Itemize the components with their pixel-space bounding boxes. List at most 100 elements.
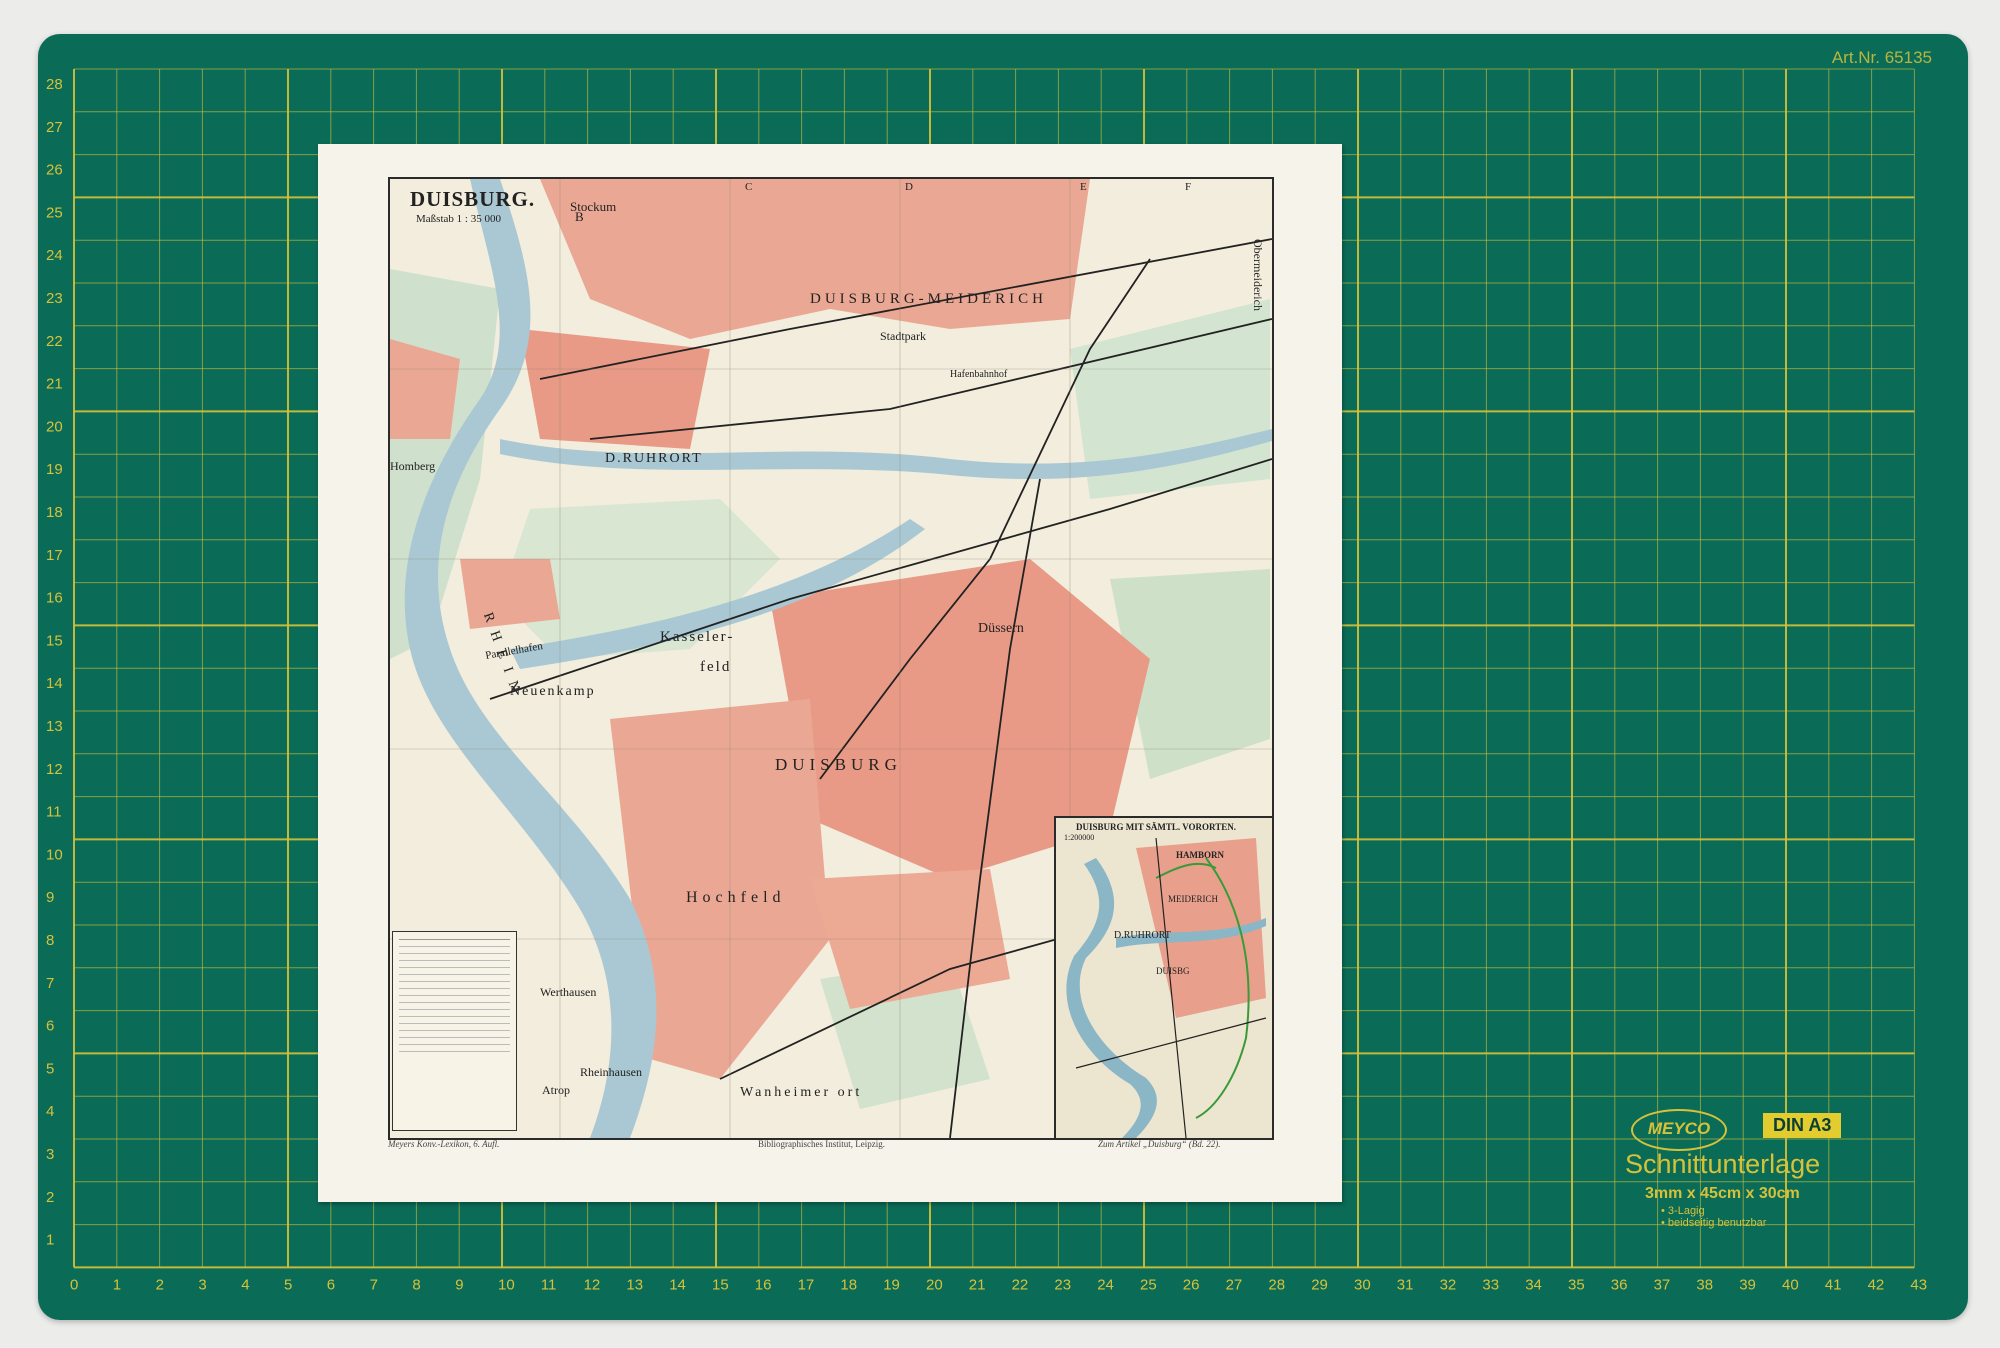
label-stadtpark: Stadtpark xyxy=(880,329,926,343)
ruler-bottom-number: 34 xyxy=(1525,1276,1542,1293)
label-feld: feld xyxy=(700,659,732,675)
ruler-bottom-number: 28 xyxy=(1268,1276,1285,1293)
ruler-bottom-number: 35 xyxy=(1568,1276,1585,1293)
footer-institute: Bibliographisches Institut, Leipzig. xyxy=(758,1139,885,1149)
ruler-left-number: 24 xyxy=(46,247,63,264)
ruler-left-number: 23 xyxy=(46,290,63,307)
label-col-d: D xyxy=(905,181,913,193)
feature-item: • beidseitig benutzbar xyxy=(1661,1217,1767,1229)
ruler-left-number: 6 xyxy=(46,1018,54,1035)
ruler-left-number: 25 xyxy=(46,204,63,221)
product-dimensions: 3mm x 45cm x 30cm xyxy=(1645,1185,1800,1202)
label-meiderich: DUISBURG-MEIDERICH xyxy=(810,291,1047,307)
ruler-bottom-number: 39 xyxy=(1739,1276,1756,1293)
inset-scale: 1:200000 xyxy=(1064,833,1095,842)
inset-label-meiderich: MEIDERICH xyxy=(1168,894,1218,904)
label-homberg: Homberg xyxy=(390,459,436,473)
ruler-bottom-number: 9 xyxy=(455,1276,463,1293)
ruler-bottom-number: 31 xyxy=(1397,1276,1414,1293)
ruler-left-number: 26 xyxy=(46,162,63,179)
meyco-logo: MEYCO xyxy=(1631,1109,1727,1151)
ruler-bottom-number: 0 xyxy=(70,1276,78,1293)
town-ruhrort xyxy=(520,329,710,449)
ruler-left-number: 19 xyxy=(46,461,63,478)
ruler-bottom-number: 20 xyxy=(926,1276,943,1293)
ruler-bottom-number: 38 xyxy=(1696,1276,1713,1293)
map-scale: Maßstab 1 : 35 000 xyxy=(416,213,501,225)
ruler-bottom-number: 15 xyxy=(712,1276,729,1293)
map-frame: DUISBURG. Maßstab 1 : 35 000 B C D E F S… xyxy=(388,177,1274,1140)
label-col-f: F xyxy=(1185,181,1192,193)
ruler-left-number: 21 xyxy=(46,376,63,393)
inset-drawing xyxy=(1056,818,1272,1138)
label-werthausen: Werthausen xyxy=(540,985,597,999)
ruler-bottom-number: 43 xyxy=(1910,1276,1927,1293)
ruler-bottom-number: 25 xyxy=(1140,1276,1157,1293)
ruler-bottom-number: 23 xyxy=(1054,1276,1071,1293)
ruler-left-number: 8 xyxy=(46,932,54,949)
ruler-bottom-number: 26 xyxy=(1183,1276,1200,1293)
ruler-bottom-number: 32 xyxy=(1440,1276,1457,1293)
ruler-bottom-number: 12 xyxy=(584,1276,601,1293)
inset-label-hamborn: HAMBORN xyxy=(1176,850,1224,860)
ruler-bottom-number: 10 xyxy=(498,1276,515,1293)
label-atrop: Atrop xyxy=(542,1083,570,1097)
brand-block: MEYCO DIN A3 Schnittunterlage 3mm x 45cm… xyxy=(1623,1109,1943,1229)
map-sheet: DUISBURG. Maßstab 1 : 35 000 B C D E F S… xyxy=(318,144,1342,1202)
ruler-bottom-number: 36 xyxy=(1611,1276,1628,1293)
ruler-bottom-number: 42 xyxy=(1868,1276,1885,1293)
ruler-bottom-number: 5 xyxy=(284,1276,292,1293)
ruler-left-number: 27 xyxy=(46,119,63,136)
town-neuenkamp xyxy=(460,559,560,629)
feature-item: • 3-Lagig xyxy=(1661,1205,1705,1217)
label-ruhrort: D.RUHRORT xyxy=(605,451,703,466)
ruler-bottom-number: 41 xyxy=(1825,1276,1842,1293)
footer-article: Zum Artikel „Duisburg“ (Bd. 22). xyxy=(1098,1139,1221,1149)
ruler-bottom-number: 24 xyxy=(1097,1276,1114,1293)
map-legend xyxy=(392,931,517,1131)
ruler-bottom-number: 14 xyxy=(669,1276,686,1293)
ruler-left-number: 13 xyxy=(46,718,63,735)
label-stockum: Stockum xyxy=(570,199,617,214)
ruler-left-number: 10 xyxy=(46,846,63,863)
ruler-left-number: 9 xyxy=(46,889,54,906)
label-kasseler: Kasseler- xyxy=(660,629,735,645)
inset-map: DUISBURG MIT SÄMTL. VORORTEN. 1:200000 H… xyxy=(1054,816,1272,1138)
ruler-bottom-number: 6 xyxy=(327,1276,335,1293)
ruler-bottom-number: 18 xyxy=(840,1276,857,1293)
label-duisburg: DUISBURG xyxy=(775,755,902,774)
ruler-left-number: 3 xyxy=(46,1146,54,1163)
ruler-left-number: 22 xyxy=(46,333,63,350)
label-col-e: E xyxy=(1080,181,1087,193)
label-rheinhausen: Rheinhausen xyxy=(580,1065,642,1079)
ruler-left-number: 20 xyxy=(46,418,63,435)
ruler-bottom-number: 13 xyxy=(626,1276,643,1293)
ruler-bottom-number: 22 xyxy=(1012,1276,1029,1293)
inset-label-duisburg: DUISBG xyxy=(1156,966,1190,976)
label-wanheimerort: Wanheimer ort xyxy=(740,1085,863,1100)
ruler-bottom-number: 17 xyxy=(798,1276,815,1293)
ruler-left-number: 17 xyxy=(46,547,63,564)
feature-list: • 3-Lagig • beidseitig benutzbar xyxy=(1661,1205,1766,1229)
ruler-bottom-number: 21 xyxy=(969,1276,986,1293)
label-obermeiderich: Obermeiderich xyxy=(1251,239,1265,311)
ruler-bottom-number: 4 xyxy=(241,1276,249,1293)
ruler-bottom-number: 33 xyxy=(1482,1276,1499,1293)
inset-label-ruhrort: D.RUHRORT xyxy=(1114,930,1171,941)
ruler-bottom-number: 8 xyxy=(412,1276,420,1293)
article-number: Art.Nr. 65135 xyxy=(1831,48,1932,67)
ruler-left-number: 4 xyxy=(46,1103,54,1120)
ruler-left-number: 1 xyxy=(46,1232,54,1249)
product-name: Schnittunterlage xyxy=(1625,1149,1821,1179)
ruler-bottom-number: 16 xyxy=(755,1276,772,1293)
map-title: DUISBURG. xyxy=(410,187,536,211)
ruler-left-number: 5 xyxy=(46,1060,54,1077)
ruler-bottom-number: 7 xyxy=(370,1276,378,1293)
ruler-left-number: 7 xyxy=(46,975,54,992)
ruler-left-number: 15 xyxy=(46,632,63,649)
label-duessern: Düssern xyxy=(978,621,1024,636)
label-hafenbahnhof: Hafenbahnhof xyxy=(950,369,1008,380)
ruler-bottom-number: 29 xyxy=(1311,1276,1328,1293)
ruler-bottom-number: 19 xyxy=(883,1276,900,1293)
ruler-bottom-number: 11 xyxy=(541,1276,557,1293)
